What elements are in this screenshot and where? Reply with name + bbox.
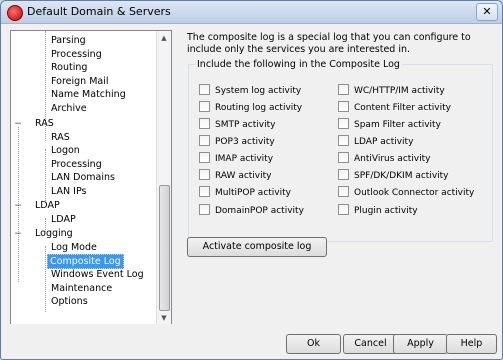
tree-item-parsing[interactable]: Parsing — [49, 34, 88, 47]
checkbox-box[interactable] — [338, 101, 349, 112]
spam-filter-checkbox[interactable]: Spam Filter activity — [338, 118, 441, 131]
checkbox-box[interactable] — [199, 118, 210, 129]
domainpop-checkbox[interactable]: DomainPOP activity — [199, 204, 304, 217]
tree-guide-line — [45, 246, 46, 312]
checkbox-label: DomainPOP activity — [215, 206, 304, 216]
antivirus-checkbox[interactable]: AntiVirus activity — [338, 152, 430, 165]
outlook-connector-checkbox[interactable]: Outlook Connector activity — [338, 186, 474, 199]
collapse-icon[interactable]: − — [14, 230, 22, 239]
tree-item-ldap-group[interactable]: LDAP — [33, 199, 62, 212]
app-icon — [7, 5, 23, 21]
spf-dk-dkim-checkbox[interactable]: SPF/DK/DKIM activity — [338, 169, 449, 182]
scroll-up-icon[interactable]: ▲ — [157, 31, 171, 45]
checkbox-label: Content Filter activity — [354, 103, 451, 113]
checkbox-box[interactable] — [199, 101, 210, 112]
title-bar: Default Domain & Servers ✕ — [1, 1, 502, 24]
checkbox-label: Routing log activity — [215, 103, 303, 113]
checkbox-box[interactable] — [338, 118, 349, 129]
window-title: Default Domain & Servers — [27, 5, 171, 18]
apply-button[interactable]: Apply — [393, 334, 448, 354]
multipop-checkbox[interactable]: MultiPOP activity — [199, 186, 291, 199]
tree-item-log-mode[interactable]: Log Mode — [49, 241, 99, 254]
tree-item-ras[interactable]: RAS — [49, 131, 72, 144]
wc-http-im-checkbox[interactable]: WC/HTTP/IM activity — [338, 84, 445, 97]
content-filter-checkbox[interactable]: Content Filter activity — [338, 101, 451, 114]
tree-item-routing[interactable]: Routing — [49, 61, 89, 74]
scroll-down-icon[interactable]: ▼ — [157, 311, 171, 325]
tree-scrollbar[interactable]: ▲ ▼ — [156, 31, 171, 325]
plugin-checkbox[interactable]: Plugin activity — [338, 204, 418, 217]
tree-item-maintenance[interactable]: Maintenance — [49, 282, 114, 295]
tree-item-options[interactable]: Options — [49, 295, 90, 308]
system-log-checkbox[interactable]: System log activity — [199, 84, 301, 97]
checkbox-label: LDAP activity — [354, 137, 414, 147]
checkbox-box[interactable] — [199, 84, 210, 95]
collapse-icon[interactable]: − — [14, 202, 22, 211]
tree-guide-line — [45, 149, 46, 203]
checkbox-label: Plugin activity — [354, 206, 418, 216]
checkbox-box[interactable] — [199, 169, 210, 180]
pop3-checkbox[interactable]: POP3 activity — [199, 135, 275, 148]
tree-item-ras-processing[interactable]: Processing — [49, 158, 104, 171]
checkbox-box[interactable] — [199, 135, 210, 146]
ldap-activity-checkbox[interactable]: LDAP activity — [338, 135, 413, 148]
composite-log-options-group: Include the following in the Composite L… — [188, 59, 493, 242]
checkbox-box[interactable] — [199, 186, 210, 197]
cancel-button[interactable]: Cancel — [343, 334, 398, 354]
raw-checkbox[interactable]: RAW activity — [199, 169, 272, 182]
checkbox-label: SMTP activity — [215, 120, 276, 130]
close-button[interactable]: ✕ — [476, 3, 498, 21]
checkbox-label: MultiPOP activity — [215, 188, 291, 198]
checkbox-label: System log activity — [215, 86, 302, 96]
checkbox-label: Spam Filter activity — [354, 120, 441, 130]
checkbox-box[interactable] — [199, 152, 210, 163]
checkbox-label: AntiVirus activity — [354, 154, 431, 164]
tree-item-lan-domains[interactable]: LAN Domains — [49, 171, 117, 184]
dialog-window: Default Domain & Servers ✕ Parsing Proce… — [0, 0, 503, 360]
checkbox-label: POP3 activity — [215, 137, 275, 147]
tree-item-ras-group[interactable]: RAS — [33, 117, 56, 130]
checkbox-box[interactable] — [338, 204, 349, 215]
scrollbar-thumb[interactable] — [159, 185, 170, 311]
settings-tree: Parsing Processing Routing Foreign Mail … — [10, 30, 172, 326]
tree-item-lan-ips[interactable]: LAN IPs — [49, 185, 88, 198]
dialog-button-bar: Ok Cancel Apply Help — [2, 324, 501, 359]
checkbox-label: WC/HTTP/IM activity — [354, 86, 445, 96]
checkbox-label: IMAP activity — [215, 154, 274, 164]
checkbox-box[interactable] — [338, 84, 349, 95]
tree-item-name-matching[interactable]: Name Matching — [49, 88, 128, 101]
checkbox-label: SPF/DK/DKIM activity — [354, 171, 449, 181]
smtp-checkbox[interactable]: SMTP activity — [199, 118, 275, 131]
checkbox-box[interactable] — [338, 135, 349, 146]
imap-checkbox[interactable]: IMAP activity — [199, 152, 273, 165]
tree-item-ldap[interactable]: LDAP — [49, 213, 78, 226]
collapse-icon[interactable]: − — [14, 120, 22, 129]
checkbox-box[interactable] — [338, 152, 349, 163]
tree-item-logon[interactable]: Logon — [49, 144, 82, 157]
tree-item-foreign-mail[interactable]: Foreign Mail — [49, 75, 111, 88]
checkbox-box[interactable] — [338, 169, 349, 180]
help-button[interactable]: Help — [446, 334, 497, 354]
checkbox-label: Outlook Connector activity — [354, 188, 475, 198]
composite-log-description: The composite log is a special log that … — [187, 32, 471, 55]
activate-composite-log-button[interactable]: Activate composite log — [187, 237, 327, 257]
dialog-content: Parsing Processing Routing Foreign Mail … — [2, 24, 501, 326]
tree-item-archive[interactable]: Archive — [49, 102, 89, 115]
tree-item-windows-event-log[interactable]: Windows Event Log — [49, 268, 146, 281]
checkbox-label: RAW activity — [215, 171, 272, 181]
tree-item-processing[interactable]: Processing — [49, 48, 104, 61]
group-title: Include the following in the Composite L… — [195, 59, 402, 70]
tree-item-logging-group[interactable]: Logging — [33, 227, 75, 240]
routing-log-checkbox[interactable]: Routing log activity — [199, 101, 302, 114]
ok-button[interactable]: Ok — [286, 334, 341, 354]
checkbox-box[interactable] — [338, 186, 349, 197]
checkbox-box[interactable] — [199, 204, 210, 215]
tree-item-composite-log[interactable]: Composite Log — [47, 254, 124, 269]
